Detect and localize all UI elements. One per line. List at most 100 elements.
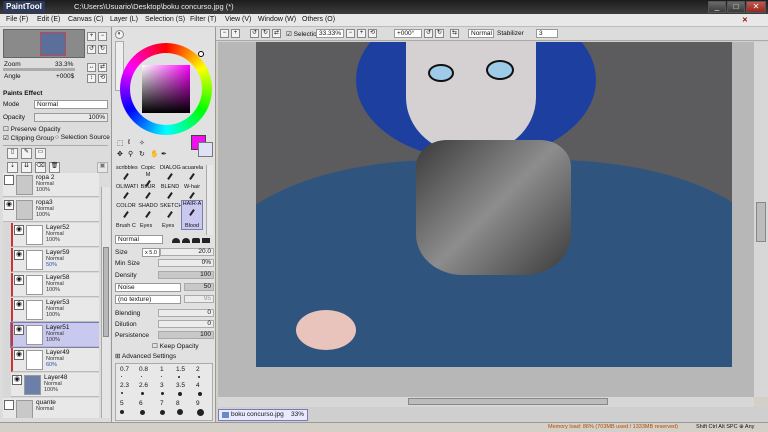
brush-slot[interactable]: DIALOG: [160, 165, 181, 183]
menu-filter[interactable]: Filter (T): [190, 16, 216, 23]
reset-zoom-icon[interactable]: ↔: [87, 63, 96, 72]
merge-down-icon[interactable]: ⇊: [21, 162, 32, 173]
brush-slot[interactable]: COLOR: [116, 203, 136, 221]
transfer-down-icon[interactable]: ⇣: [7, 162, 18, 173]
brush-slot[interactable]: Copic M: [138, 165, 158, 187]
size-preset[interactable]: 4: [196, 382, 200, 389]
clear-layer-icon[interactable]: ⌫: [35, 162, 46, 173]
size-preset[interactable]: 8: [176, 400, 180, 407]
visibility-icon[interactable]: ◉: [14, 325, 24, 335]
texture-select[interactable]: (no texture): [115, 295, 181, 304]
navigator-preview[interactable]: [3, 29, 85, 58]
layer-scrollbar[interactable]: [101, 187, 110, 418]
brush-label[interactable]: Eyes: [140, 223, 152, 229]
flip-horizontal-icon[interactable]: ⇄: [272, 29, 281, 38]
menu-close-icon[interactable]: ✕: [742, 16, 748, 24]
reset-view-icon[interactable]: ⟲: [98, 74, 107, 83]
texture-slider[interactable]: 95: [184, 295, 214, 303]
zoom-out-icon[interactable]: −: [220, 29, 229, 38]
min-size-slider[interactable]: 0%: [158, 259, 214, 267]
size-preset[interactable]: 2.3: [120, 382, 129, 389]
size-preset[interactable]: 7: [160, 400, 164, 407]
layer-item[interactable]: ◉ Layer48 Normal 100%: [11, 373, 99, 397]
reset-angle-icon[interactable]: ↕: [87, 74, 96, 83]
secondary-color-swatch[interactable]: [198, 142, 213, 157]
zoom-reset-icon[interactable]: ⟲: [368, 29, 377, 38]
visibility-icon[interactable]: ◉: [14, 350, 24, 360]
visibility-icon[interactable]: [4, 175, 14, 185]
size-preset[interactable]: 5: [120, 400, 124, 407]
lock-icon[interactable]: ▣: [97, 162, 108, 173]
size-preset[interactable]: 1: [160, 366, 164, 373]
rotate-right-icon[interactable]: ↻: [98, 45, 107, 54]
keep-opacity-checkbox[interactable]: ☐ Keep Opacity: [152, 342, 199, 350]
size-preset[interactable]: 1.5: [176, 366, 185, 373]
stabilizer-mode-select[interactable]: Normal: [468, 29, 494, 38]
size-slider[interactable]: 20.0: [160, 248, 214, 256]
menu-selection[interactable]: Selection (S): [145, 16, 185, 23]
hand-icon[interactable]: ✋: [150, 150, 159, 158]
brush-slot[interactable]: OLIWATI: [116, 184, 138, 202]
scrollbar-thumb[interactable]: [408, 398, 608, 405]
move-icon[interactable]: ✥: [117, 150, 123, 158]
document-tab[interactable]: boku concurso.jpg 33%: [218, 409, 308, 421]
zoom-in-icon[interactable]: +: [231, 29, 240, 38]
layer-item[interactable]: ropa 2 Normal 100%: [3, 173, 99, 197]
selection-rect-icon[interactable]: ⬚: [117, 139, 124, 147]
selection-source-checkbox[interactable]: ○ Selection Source: [55, 134, 110, 141]
brush-slot[interactable]: acuarela: [182, 165, 203, 183]
new-layer-icon[interactable]: ▯: [7, 148, 18, 159]
visibility-icon[interactable]: ◉: [14, 275, 24, 285]
canvas-area[interactable]: [218, 42, 754, 397]
canvas-vertical-scrollbar[interactable]: [754, 42, 768, 397]
new-linework-layer-icon[interactable]: ✎: [21, 148, 32, 159]
blend-mode-select[interactable]: Normal: [115, 235, 163, 244]
layer-item[interactable]: ◉ Layer52 Normal 100%: [11, 223, 99, 247]
rotate-right-icon[interactable]: ↻: [261, 29, 270, 38]
brush-slot[interactable]: SKETCH: [160, 203, 182, 221]
scrollbar-thumb[interactable]: [103, 247, 109, 337]
magic-wand-icon[interactable]: ✧: [139, 139, 145, 147]
menu-canvas[interactable]: Canvas (C): [68, 16, 103, 23]
visibility-icon[interactable]: ◉: [12, 375, 22, 385]
brush-label[interactable]: Eyes: [162, 223, 174, 229]
dilution-slider[interactable]: 0: [158, 320, 214, 328]
menu-file[interactable]: File (F): [6, 16, 28, 23]
close-button[interactable]: ✕: [746, 1, 766, 13]
angle-up-icon[interactable]: ↻: [435, 29, 444, 38]
size-multiplier[interactable]: x 5.0: [142, 248, 160, 257]
zoom-down-icon[interactable]: −: [346, 29, 355, 38]
artwork[interactable]: [256, 42, 732, 367]
hue-wheel[interactable]: [120, 43, 212, 135]
zoom-slider[interactable]: [3, 68, 75, 71]
persistence-slider[interactable]: 100: [158, 331, 214, 339]
menu-edit[interactable]: Edit (E): [37, 16, 60, 23]
color-wheel-tab-icon[interactable]: ◐: [115, 30, 124, 39]
noise-slider[interactable]: 50: [184, 283, 214, 291]
mode-select[interactable]: Normal: [34, 100, 108, 109]
size-preset[interactable]: 0.7: [120, 366, 129, 373]
delete-layer-icon[interactable]: 🗑: [49, 162, 60, 173]
eyedropper-icon[interactable]: ✒: [161, 150, 167, 158]
zoom-icon[interactable]: ⚲: [128, 150, 133, 158]
menu-window[interactable]: Window (W): [258, 16, 296, 23]
canvas-angle-field[interactable]: +000°: [394, 29, 422, 38]
layer-item[interactable]: ◉ ropa3 Normal 100%: [3, 198, 99, 222]
size-preset[interactable]: 0.8: [139, 366, 148, 373]
size-preset[interactable]: 2: [196, 366, 200, 373]
menu-layer[interactable]: Layer (L): [110, 16, 138, 23]
brush-slot[interactable]: BLUR: [138, 184, 158, 202]
canvas-zoom-field[interactable]: 33.33%: [316, 29, 344, 38]
rotate-left-icon[interactable]: ↺: [250, 29, 259, 38]
noise-select[interactable]: Noise: [115, 283, 181, 292]
brush-slot[interactable]: W-hair: [182, 184, 202, 202]
minimize-button[interactable]: _: [708, 1, 726, 13]
maximize-button[interactable]: □: [727, 1, 745, 13]
rotate-left-icon[interactable]: ↺: [87, 45, 96, 54]
flip-icon[interactable]: ⇆: [450, 29, 459, 38]
zoom-up-icon[interactable]: +: [357, 29, 366, 38]
visibility-icon[interactable]: ◉: [14, 300, 24, 310]
brush-label[interactable]: Blood: [185, 223, 199, 229]
clipping-group-checkbox[interactable]: ☑ Clipping Group: [3, 134, 54, 142]
brush-shape-icons[interactable]: [172, 235, 212, 244]
